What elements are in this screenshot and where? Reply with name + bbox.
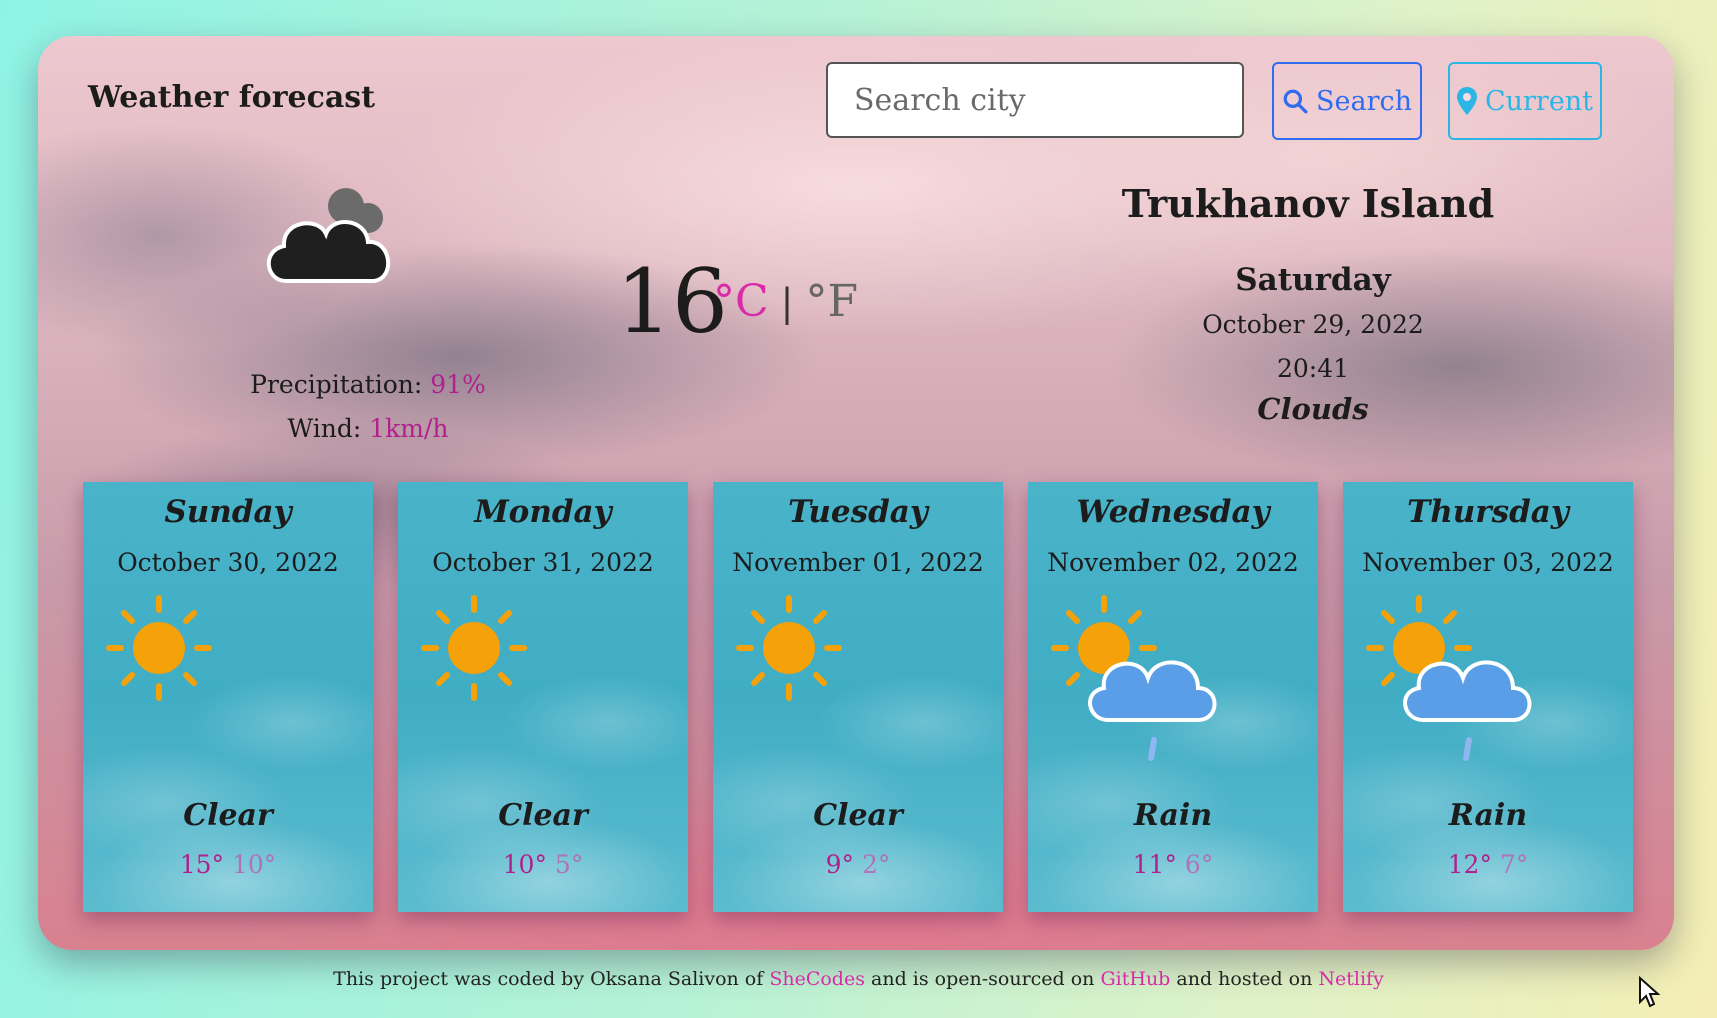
forecast-max-temp: 15°: [179, 850, 225, 879]
forecast-card: Wednesday November 02, 2022 Rain 11° 6°: [1028, 482, 1318, 912]
sun-icon: [421, 595, 527, 701]
mouse-cursor-icon: [1639, 976, 1660, 1008]
forecast-temps: 11° 6°: [1028, 850, 1318, 879]
forecast-card: Monday October 31, 2022 Clear 10° 5°: [398, 482, 688, 912]
sun-icon: [736, 595, 842, 701]
forecast-description: Clear: [183, 798, 273, 833]
search-icon: [1283, 89, 1308, 114]
forecast-date: November 02, 2022: [1047, 548, 1299, 577]
footer: This project was coded by Oksana Salivon…: [0, 968, 1717, 990]
forecast-day: Wednesday: [1076, 494, 1270, 530]
forecast-min-temp: 5°: [554, 850, 584, 879]
netlify-link[interactable]: Netlify: [1318, 968, 1383, 990]
github-link[interactable]: GitHub: [1100, 968, 1170, 990]
wind-label: Wind:: [287, 414, 362, 443]
forecast-temps: 10° 5°: [398, 850, 688, 879]
footer-text: and hosted on: [1176, 968, 1313, 990]
current-day: Saturday: [1235, 262, 1391, 298]
forecast-min-temp: 2°: [861, 850, 891, 879]
forecast-card: Sunday October 30, 2022 Clear 15° 10°: [83, 482, 373, 912]
forecast-description: Rain: [1133, 798, 1213, 833]
footer-text: This project was coded by Oksana Salivon…: [333, 968, 764, 990]
sun-icon: [106, 595, 212, 701]
forecast-day: Sunday: [164, 494, 292, 530]
unit-toggle: °C | °F: [713, 276, 858, 327]
map-pin-icon: [1456, 87, 1477, 115]
forecast-temps: 15° 10°: [83, 850, 373, 879]
forecast-max-temp: 11°: [1132, 850, 1177, 879]
forecast-day: Thursday: [1407, 494, 1569, 530]
precipitation-label: Precipitation:: [250, 370, 423, 399]
forecast-max-temp: 10°: [502, 850, 547, 879]
forecast-description: Clear: [498, 798, 588, 833]
city-name: Trukhanov Island: [1121, 181, 1495, 226]
forecast-max-temp: 12°: [1447, 850, 1492, 879]
sun-rain-icon: [1051, 595, 1217, 761]
wind-value: 1km/h: [369, 414, 449, 443]
forecast-date: November 03, 2022: [1362, 548, 1614, 577]
forecast-description: Clear: [813, 798, 903, 833]
forecast-min-temp: 7°: [1499, 850, 1529, 879]
forecast-card: Tuesday November 01, 2022 Clear 9° 2°: [713, 482, 1003, 912]
forecast-temps: 9° 2°: [713, 850, 1003, 879]
footer-text: and is open-sourced on: [871, 968, 1095, 990]
current-time: 20:41: [1276, 354, 1350, 383]
cloud-icon: [266, 188, 391, 283]
fahrenheit-link[interactable]: °F: [805, 276, 858, 327]
forecast-day: Monday: [474, 494, 612, 530]
forecast-min-temp: 6°: [1184, 850, 1214, 879]
forecast-day: Tuesday: [788, 494, 928, 530]
forecast-temps: 12° 7°: [1343, 850, 1633, 879]
celsius-link[interactable]: °C: [713, 276, 769, 327]
search-input[interactable]: [826, 62, 1244, 138]
unit-separator: |: [780, 281, 794, 325]
current-date: October 29, 2022: [1202, 310, 1424, 339]
forecast-min-temp: 10°: [231, 850, 277, 879]
shecodes-link[interactable]: SheCodes: [769, 968, 865, 990]
forecast-date: October 31, 2022: [432, 548, 654, 577]
sun-rain-icon: [1366, 595, 1532, 761]
forecast-card: Thursday November 03, 2022 Rain 12° 7°: [1343, 482, 1633, 912]
weather-card: Weather forecast Search Current 16 °C|°F…: [38, 36, 1674, 950]
current-location-button[interactable]: Current: [1448, 62, 1602, 140]
current-button-label: Current: [1484, 85, 1594, 117]
current-description: Clouds: [1257, 392, 1369, 426]
search-button-label: Search: [1316, 85, 1412, 117]
forecast-date: October 30, 2022: [117, 548, 339, 577]
precipitation-value: 91%: [430, 370, 486, 399]
forecast-description: Rain: [1448, 798, 1528, 833]
app-title: Weather forecast: [88, 80, 376, 115]
forecast-date: November 01, 2022: [732, 548, 984, 577]
current-temperature: 16: [616, 250, 728, 353]
wind-row: Wind: 1km/h: [188, 414, 548, 443]
precipitation-row: Precipitation: 91%: [188, 370, 548, 399]
search-button[interactable]: Search: [1272, 62, 1422, 140]
forecast-max-temp: 9°: [825, 850, 855, 879]
